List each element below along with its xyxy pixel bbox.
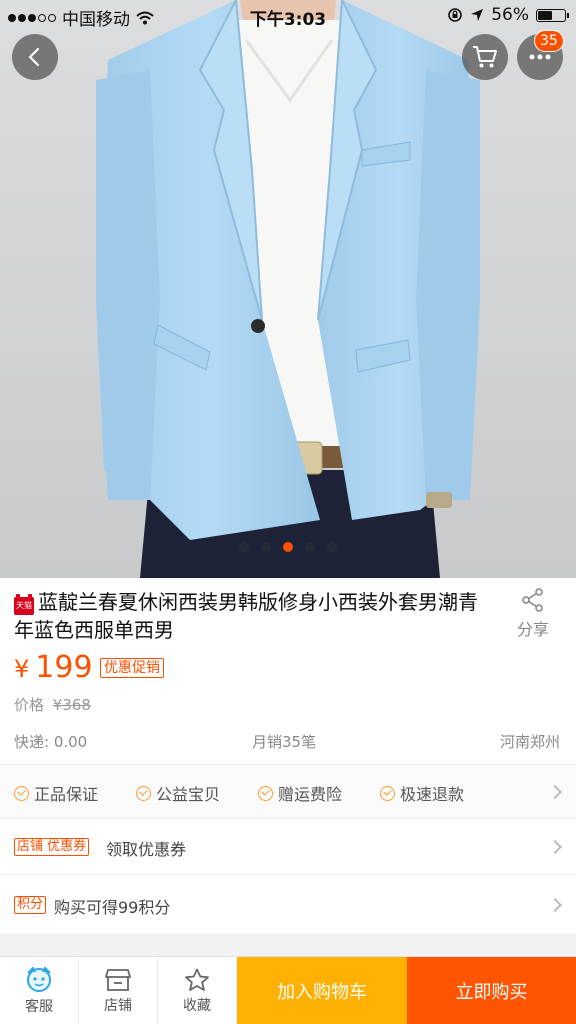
store-label: 店铺 (104, 997, 132, 1014)
battery-percent: 56% (491, 5, 529, 25)
original-price: 价格 ¥368 (14, 694, 91, 715)
chevron-right-icon (547, 839, 563, 854)
status-right: 56% (447, 5, 569, 25)
product-title-text: 蓝靛兰春夏休闲西装男韩版修身小西装外套男潮青年蓝色西服单西男 (14, 590, 478, 642)
guarantee-label: 赠运费险 (278, 785, 343, 804)
chevron-right-icon (547, 897, 563, 912)
store-icon (105, 968, 131, 991)
guarantee-item: 正品保证 (14, 781, 98, 805)
price: ¥ 199 (14, 650, 93, 685)
orientation-lock-icon (448, 8, 463, 22)
guarantee-item: 极速退款 (380, 781, 464, 805)
coupon-row[interactable]: 店铺 优惠券 领取优惠券 (0, 818, 576, 874)
points-label: 购买可得99积分 (54, 898, 171, 917)
cart-icon (473, 46, 497, 68)
price-amount: 199 (35, 650, 93, 685)
status-bar: 中国移动 下午3:03 56% (0, 0, 576, 30)
buy-now-button[interactable]: 立即购买 (407, 957, 576, 1024)
monthly-sales: 月销35笔 (252, 733, 317, 751)
image-pager[interactable] (0, 542, 576, 552)
pager-dot[interactable] (283, 542, 293, 552)
share-button[interactable]: 分享 (508, 588, 558, 640)
customer-service-button[interactable]: 客服 (0, 957, 79, 1024)
back-button[interactable] (12, 34, 58, 80)
cart-badge: 35 (534, 30, 564, 52)
guarantee-item: 公益宝贝 (136, 781, 220, 805)
pager-dot[interactable] (305, 542, 315, 552)
product-image-carousel[interactable] (0, 0, 576, 578)
coupon-tag: 店铺 优惠券 (14, 838, 90, 856)
back-icon (28, 47, 40, 67)
ship-from-location: 河南郑州 (499, 733, 560, 751)
pager-dot[interactable] (327, 542, 337, 552)
star-icon (185, 968, 209, 991)
check-icon (14, 785, 29, 801)
guarantee-item: 赠运费险 (258, 781, 342, 805)
product-info: 天猫 蓝靛兰春夏休闲西装男韩版修身小西装外套男潮青年蓝色西服单西男 分享 ¥ 19… (0, 578, 576, 764)
more-icon (529, 54, 551, 60)
bottom-action-bar: 客服 店铺 收藏 加入购物车 立即购买 (0, 956, 576, 1024)
original-price-label: 价格 (14, 696, 45, 714)
share-label: 分享 (516, 620, 549, 639)
check-icon (380, 785, 395, 801)
store-button[interactable]: 店铺 (79, 957, 158, 1024)
guarantee-label: 公益宝贝 (156, 785, 221, 804)
chevron-right-icon (547, 784, 563, 799)
coupon-label: 领取优惠券 (106, 840, 187, 859)
guarantee-label: 极速退款 (400, 785, 465, 804)
favorite-button[interactable]: 收藏 (158, 957, 237, 1024)
cart-button[interactable] (462, 34, 508, 80)
check-icon (258, 785, 273, 801)
tmall-badge: 天猫 (14, 594, 34, 615)
product-title: 天猫 蓝靛兰春夏休闲西装男韩版修身小西装外套男潮青年蓝色西服单西男 (14, 588, 494, 644)
favorite-label: 收藏 (183, 997, 211, 1014)
add-to-cart-button[interactable]: 加入购物车 (237, 957, 407, 1024)
customer-service-icon (27, 966, 51, 992)
pager-dot[interactable] (261, 542, 271, 552)
check-icon (136, 785, 151, 801)
battery-icon (536, 8, 569, 22)
currency-symbol: ¥ (14, 655, 30, 683)
pager-dot[interactable] (239, 542, 249, 552)
share-icon (522, 588, 543, 612)
guarantee-row[interactable]: 正品保证 公益宝贝 赠运费险 极速退款 (0, 764, 576, 818)
guarantee-label: 正品保证 (34, 785, 99, 804)
promo-tag: 优惠促销 (100, 658, 164, 678)
shipping-fee: 快递: 0.00 (14, 733, 88, 751)
location-icon (471, 9, 484, 21)
original-price-value: ¥368 (52, 696, 91, 714)
points-tag: 积分 (14, 896, 47, 914)
points-row[interactable]: 积分 购买可得99积分 (0, 874, 576, 934)
battery-fill (538, 10, 552, 20)
product-photo (0, 0, 576, 578)
customer-service-label: 客服 (25, 998, 53, 1015)
